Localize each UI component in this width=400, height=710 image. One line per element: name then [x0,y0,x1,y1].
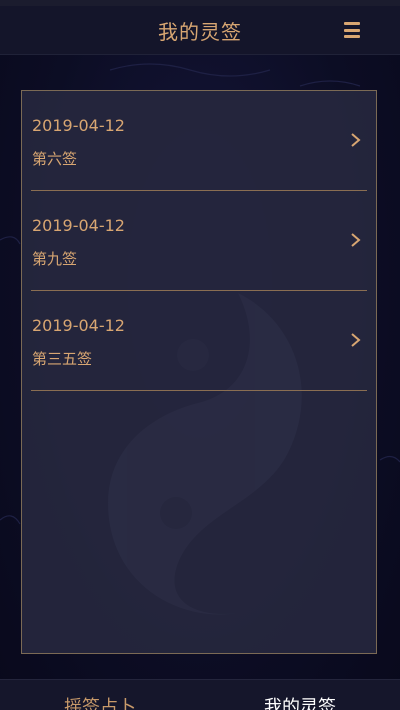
record-list: 2019-04-12 第六签 2019-04-12 第九签 2019-04-12… [22,91,376,391]
record-date: 2019-04-12 [32,216,125,235]
chevron-right-icon [351,333,361,347]
app-screen: 我的灵签 2019-04-12 第六签 2019-04-12 第九签 2019-… [0,0,400,710]
page-title: 我的灵签 [158,19,242,44]
list-item[interactable]: 2019-04-12 第三五签 [31,291,367,391]
tab-label: 我的灵签 [264,697,336,710]
record-name: 第六签 [32,150,78,168]
chevron-right-icon [351,233,361,247]
record-date: 2019-04-12 [32,116,125,135]
chevron-right-icon [351,133,361,147]
hamburger-menu-icon[interactable] [344,22,360,38]
record-date: 2019-04-12 [32,316,125,335]
menu-line [344,22,360,25]
lottery-record-panel: 2019-04-12 第六签 2019-04-12 第九签 2019-04-12… [21,90,377,654]
tab-shake-lottery[interactable]: 摇签占卜 [0,680,200,710]
tab-my-lottery[interactable]: 我的灵签 [200,680,400,710]
bottom-tab-bar: 摇签占卜 我的灵签 [0,679,400,710]
top-header: 我的灵签 [0,6,400,55]
list-item[interactable]: 2019-04-12 第九签 [31,191,367,291]
list-item[interactable]: 2019-04-12 第六签 [31,91,367,191]
tab-label: 摇签占卜 [64,697,136,710]
record-name: 第九签 [32,250,78,268]
menu-line [344,28,360,32]
menu-line [344,35,360,38]
record-name: 第三五签 [32,350,93,368]
